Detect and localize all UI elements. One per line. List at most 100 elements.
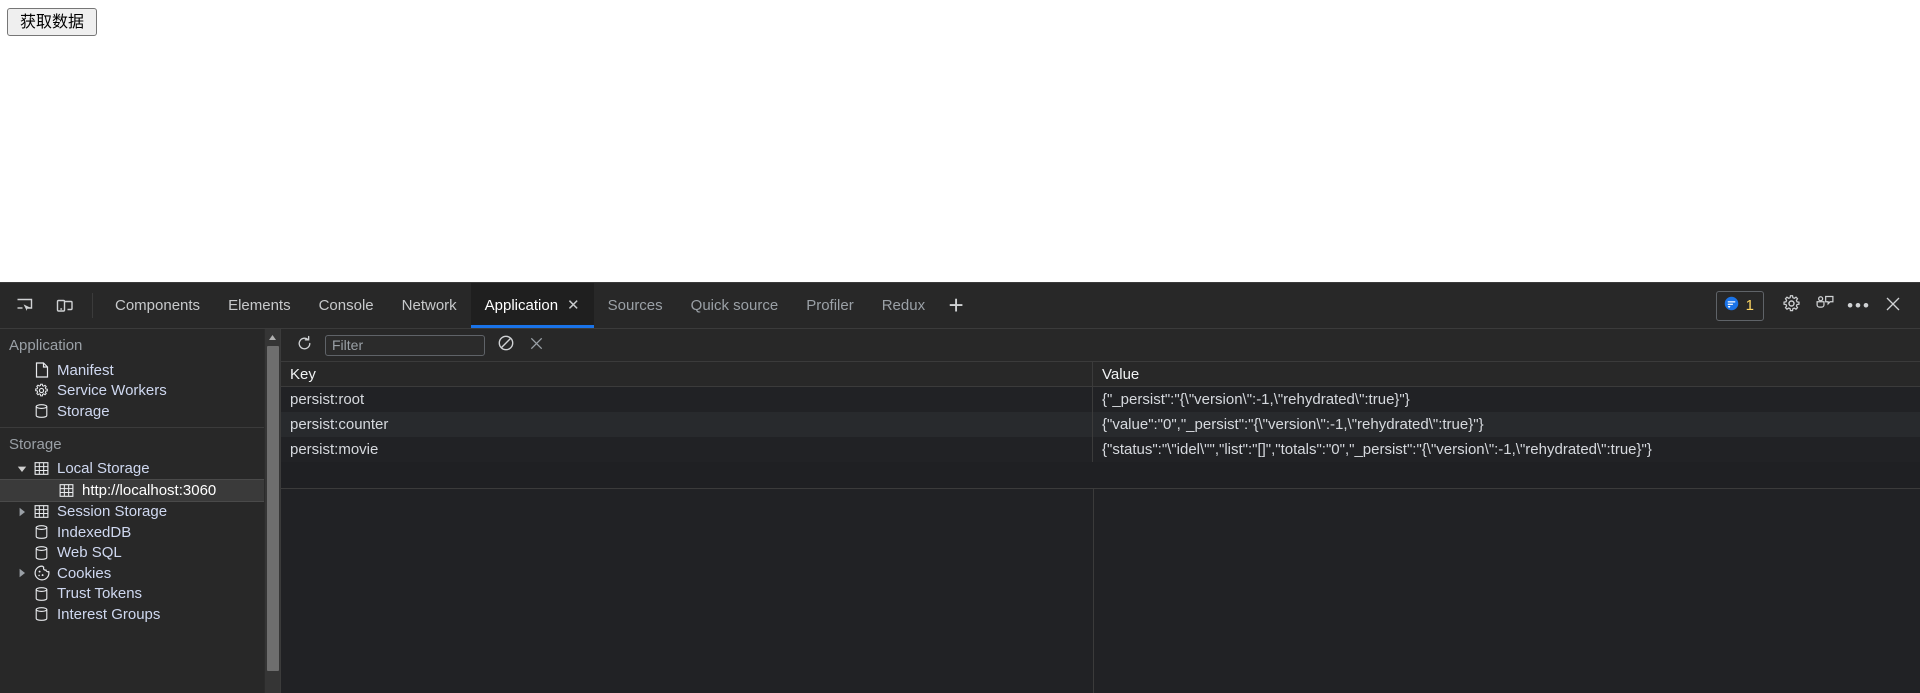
sidebar-item-label: Service Workers — [57, 382, 167, 400]
application-sidebar: Application Manifest Service Workers Storag… — [0, 329, 281, 693]
table-row[interactable]: persist:movie {"status":"\"idel\"","list"… — [281, 437, 1920, 462]
feedback-icon — [1815, 294, 1835, 317]
cell-key[interactable]: persist:root — [281, 387, 1093, 412]
sidebar-item-label: Storage — [57, 402, 110, 420]
clear-all-button[interactable] — [491, 332, 521, 358]
tab-label: Redux — [881, 297, 926, 314]
add-panel-button[interactable]: + — [939, 283, 973, 328]
manifest-document-icon — [33, 362, 50, 378]
tab-close-icon[interactable]: ✕ — [567, 298, 580, 313]
close-devtools-button[interactable] — [1876, 289, 1910, 323]
tab-application[interactable]: Application ✕ — [470, 283, 594, 328]
devtools-body: Application Manifest Service Workers Storag… — [0, 329, 1920, 693]
close-icon — [1884, 295, 1902, 317]
scrollbar-thumb[interactable] — [267, 346, 279, 671]
device-toolbar-button[interactable] — [44, 283, 84, 328]
table-grid-icon — [58, 483, 75, 498]
table-header-row: Key Value — [281, 362, 1920, 387]
local-storage-table: Key Value persist:root {"_persist":"{\"ve… — [281, 362, 1920, 693]
sidebar-item-trust-tokens[interactable]: Trust Tokens — [0, 584, 280, 605]
sidebar-scrollbar[interactable] — [264, 329, 280, 693]
table-empty-area[interactable] — [281, 488, 1920, 693]
tab-list: Components Elements Console Network Applicat… — [101, 283, 939, 328]
chevron-right-icon[interactable] — [16, 506, 28, 518]
empty-area-top-border — [281, 488, 1920, 489]
sidebar-item-label: IndexedDB — [57, 523, 132, 541]
sidebar-item-cookies[interactable]: Cookies — [0, 563, 280, 584]
refresh-icon — [296, 335, 313, 356]
tabbar-right-controls: 1 ••• — [1715, 283, 1920, 328]
sidebar-item-interest-groups[interactable]: Interest Groups — [0, 604, 280, 625]
fetch-data-button[interactable]: 获取数据 — [7, 8, 98, 36]
local-storage-panel: Key Value persist:root{"_persist":"{\"ve… — [281, 329, 1920, 693]
tab-console[interactable]: Console — [305, 283, 388, 328]
tab-network[interactable]: Network — [388, 283, 471, 328]
tab-label: Console — [318, 297, 374, 314]
column-header-key[interactable]: Key — [281, 362, 1093, 386]
sidebar-item-web-sql[interactable]: Web SQL — [0, 543, 280, 564]
cell-value[interactable]: {"_persist":"{\"version\":-1,\"rehydrate… — [1093, 387, 1920, 412]
tab-quick-source[interactable]: Quick source — [677, 283, 793, 328]
empty-area-column-divider — [1093, 488, 1094, 693]
tab-profiler[interactable]: Profiler — [792, 283, 868, 328]
cell-value[interactable]: {"status":"\"idel\"","list":"[]","totals… — [1093, 437, 1920, 462]
tab-sources[interactable]: Sources — [594, 283, 677, 328]
tab-elements[interactable]: Elements — [214, 283, 305, 328]
tab-label: Components — [115, 297, 201, 314]
device-toolbar-icon — [55, 296, 74, 315]
sidebar-item-http-localhost-3060[interactable]: http://localhost:3060 — [0, 479, 280, 502]
tab-label: Network — [401, 297, 457, 314]
sidebar-section-title: Storage — [9, 435, 62, 453]
tab-redux[interactable]: Redux — [868, 283, 939, 328]
cell-value[interactable]: {"value":"0","_persist":"{\"version\":-1… — [1093, 412, 1920, 437]
delete-selected-x-icon — [528, 335, 545, 356]
table-grid-icon — [33, 504, 50, 519]
filter-input[interactable] — [325, 334, 485, 356]
refresh-button[interactable] — [289, 332, 319, 358]
tab-components[interactable]: Components — [101, 283, 214, 328]
inspect-element-icon — [15, 296, 34, 315]
cell-key[interactable]: persist:counter — [281, 412, 1093, 437]
table-row[interactable]: persist:root {"_persist":"{\"version\":-1… — [281, 387, 1920, 412]
clear-all-circle-slash-icon — [497, 334, 515, 356]
more-options-button[interactable]: ••• — [1842, 289, 1876, 323]
sidebar-item-indexeddb[interactable]: IndexedDB — [0, 522, 280, 543]
tab-label: Application — [484, 297, 559, 314]
cell-key[interactable]: persist:movie — [281, 437, 1093, 462]
message-icon — [1724, 296, 1739, 315]
sidebar-item-label: Web SQL — [57, 544, 122, 562]
sidebar-item-local-storage[interactable]: Local Storage — [0, 459, 280, 480]
chevron-right-icon[interactable] — [16, 567, 28, 579]
tab-label: Quick source — [690, 297, 779, 314]
database-icon — [33, 525, 50, 540]
chevron-down-icon[interactable] — [16, 463, 28, 475]
sidebar-item-session-storage[interactable]: Session Storage — [0, 502, 280, 523]
message-count: 1 — [1745, 297, 1754, 314]
sidebar-item-storage[interactable]: Storage — [0, 401, 280, 422]
sidebar-item-label: Local Storage — [57, 460, 150, 478]
scrollbar-up-arrow-icon[interactable] — [265, 329, 280, 346]
settings-button[interactable] — [1774, 289, 1808, 323]
cookie-icon — [33, 565, 50, 581]
delete-selected-button[interactable] — [521, 332, 551, 358]
sidebar-item-manifest[interactable]: Manifest — [0, 360, 280, 381]
sidebar-item-service-workers[interactable]: Service Workers — [0, 381, 280, 402]
table-grid-icon — [33, 461, 50, 476]
sidebar-item-label: http://localhost:3060 — [82, 481, 217, 499]
devtools-main-tabbar: Components Elements Console Network Applicat… — [0, 283, 1920, 329]
database-icon — [33, 586, 50, 601]
column-header-value[interactable]: Value — [1093, 362, 1920, 386]
storage-database-icon — [33, 404, 50, 419]
sidebar-item-label: Trust Tokens — [57, 585, 143, 603]
more-options-icon: ••• — [1847, 296, 1871, 315]
sidebar-section-title: Application — [9, 337, 83, 354]
tab-label: Elements — [228, 297, 291, 314]
sidebar-sections: Application Manifest Service Workers Storag… — [0, 329, 280, 625]
console-message-badge[interactable]: 1 — [1715, 290, 1764, 321]
sidebar-item-label: Session Storage — [57, 503, 168, 521]
feedback-button[interactable] — [1808, 289, 1842, 323]
tab-label: Profiler — [806, 297, 854, 314]
inspect-element-button[interactable] — [4, 283, 44, 328]
table-row[interactable]: persist:counter {"value":"0","_persist":"… — [281, 412, 1920, 437]
sidebar-item-label: Interest Groups — [57, 605, 161, 623]
